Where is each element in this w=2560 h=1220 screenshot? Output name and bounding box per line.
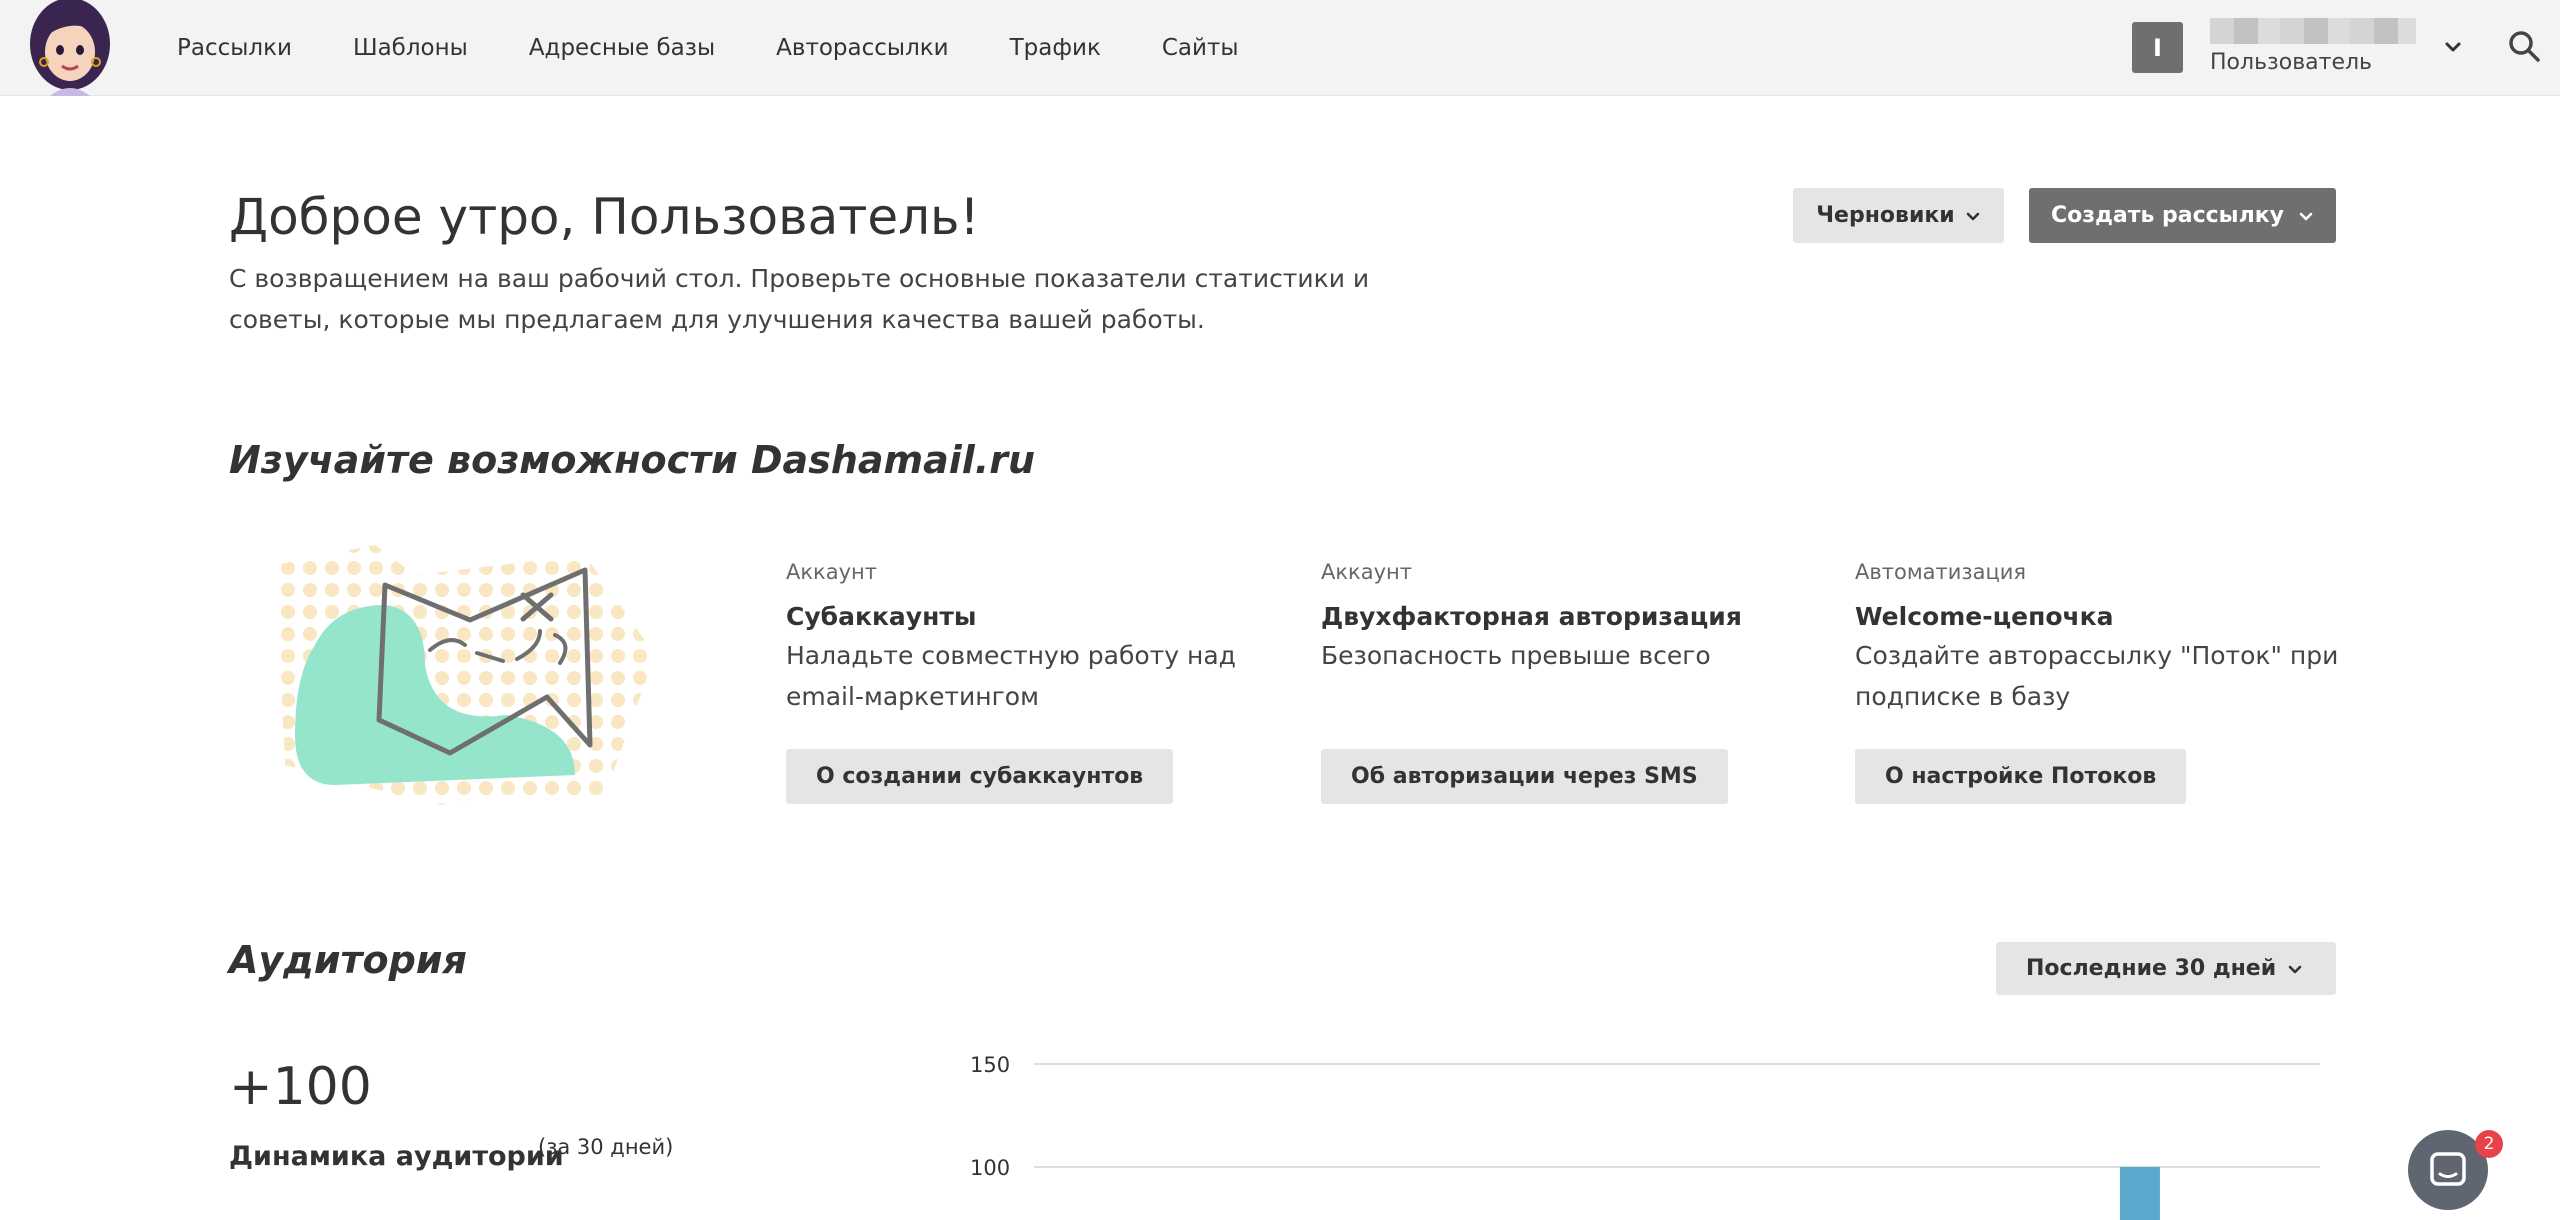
chevron-down-icon	[2288, 965, 2302, 974]
page-subtitle: С возвращением на ваш рабочий стол. Пров…	[229, 264, 1370, 334]
dasha-logo-avatar[interactable]	[20, 0, 120, 96]
user-email-redacted	[2210, 18, 2416, 44]
card-description: Наладьте совместную работу над email-мар…	[786, 641, 1236, 711]
nav-item-automailings[interactable]: Авторассылки	[776, 35, 948, 61]
subaccounts-info-button[interactable]: О создании субаккаунтов	[786, 749, 1174, 804]
chevron-down-icon	[2299, 212, 2313, 220]
nav-item-templates[interactable]: Шаблоны	[353, 35, 468, 61]
chat-notification-badge: 2	[2475, 1130, 2503, 1158]
audience-section-title: Аудитория	[229, 938, 467, 982]
feature-card-welcome-chain: Автоматизация Welcome-цепочка Создайте а…	[1855, 560, 2365, 804]
feature-card-2fa: Аккаунт Двухфакторная авторизация Безопа…	[1321, 560, 1831, 804]
create-button-label: Создать рассылку	[2051, 203, 2284, 228]
audience-dynamics-label: Динамика аудитории	[229, 1141, 564, 1172]
nav-item-sites[interactable]: Сайты	[1162, 35, 1239, 61]
search-icon[interactable]	[2504, 26, 2544, 66]
card-category: Аккаунт	[786, 560, 877, 584]
period-select-value: Последние 30 дней	[2026, 956, 2277, 981]
card-category: Аккаунт	[1321, 560, 1412, 584]
nav-item-mailings[interactable]: Рассылки	[177, 35, 292, 61]
nav-item-traffic[interactable]: Трафик	[1010, 35, 1101, 61]
feature-card-subaccounts: Аккаунт Субаккаунты Наладьте совместную …	[786, 560, 1296, 804]
y-tick-label: 100	[970, 1156, 1010, 1180]
treasure-map-illustration	[275, 545, 655, 805]
chart-bar[interactable]	[2119, 1167, 2160, 1220]
main-nav: Рассылки Шаблоны Адресные базы Авторассы…	[177, 0, 1300, 96]
audience-chart: 150 100	[970, 1053, 2320, 1220]
flows-setup-info-button[interactable]: О настройке Потоков	[1855, 749, 2187, 804]
user-role-label: Пользователь	[2210, 50, 2373, 75]
card-title: Welcome-цепочка	[1855, 602, 2114, 631]
explore-section-title: Изучайте возможности Dashamail.ru	[229, 438, 1036, 482]
card-title: Двухфакторная авторизация	[1321, 602, 1742, 631]
chat-icon	[2430, 1152, 2466, 1186]
card-description: Создайте авторассылку "Поток" при подпис…	[1855, 641, 2339, 711]
card-title: Субаккаунты	[786, 602, 977, 631]
top-navigation-bar: Рассылки Шаблоны Адресные базы Авторассы…	[0, 0, 2560, 96]
audience-delta-value: +100	[229, 1057, 372, 1117]
chevron-down-icon[interactable]	[2440, 34, 2466, 60]
drafts-button-label: Черновики	[1816, 203, 1955, 228]
period-select[interactable]: Последние 30 дней	[1996, 942, 2336, 995]
create-mailing-button[interactable]: Создать рассылку	[2029, 188, 2336, 243]
card-category: Автоматизация	[1855, 560, 2027, 584]
audience-dynamics-period: (за 30 дней)	[538, 1135, 674, 1159]
chevron-down-icon	[1966, 212, 1980, 220]
sms-auth-info-button[interactable]: Об авторизации через SMS	[1321, 749, 1728, 804]
nav-item-address-bases[interactable]: Адресные базы	[529, 35, 715, 61]
user-avatar[interactable]: I	[2132, 22, 2183, 73]
page-title: Доброе утро, Пользователь!	[229, 188, 980, 246]
drafts-dropdown-button[interactable]: Черновики	[1793, 188, 2004, 243]
card-description: Безопасность превыше всего	[1321, 641, 1711, 670]
y-tick-label: 150	[970, 1053, 1010, 1077]
